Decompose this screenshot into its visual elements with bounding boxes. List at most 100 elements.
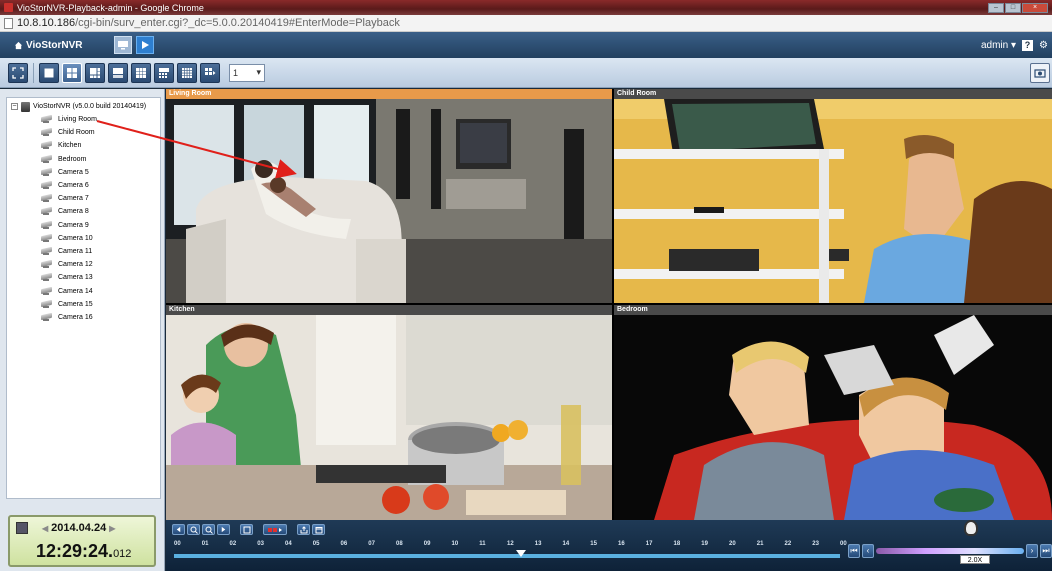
living-room-video-frame[interactable] (166, 99, 612, 303)
fullscreen-button[interactable] (8, 62, 28, 83)
tree-root-server[interactable]: – VioStorNVR (v5.0.0 build 20140419) (7, 100, 160, 113)
search-event-icon (243, 526, 250, 533)
layout-16-button[interactable] (177, 62, 197, 83)
camera-tree-item[interactable]: Camera 9 (7, 219, 160, 232)
speed-down-button[interactable]: ‹ (862, 544, 874, 558)
timeline-hour-label: 21 (756, 541, 764, 547)
layout-10-button[interactable] (154, 62, 174, 83)
camera-tree-item[interactable]: Camera 7 (7, 192, 160, 205)
camera-tree-item[interactable]: Camera 12 (7, 258, 160, 271)
step-forward-button[interactable]: ⏭ (1040, 544, 1052, 558)
camera-tree-item[interactable]: Bedroom (7, 153, 160, 166)
timeline-hour-labels: 00 01 02 03 04 05 06 07 08 09 10 11 12 13 14 15 16 17 18 19… (174, 541, 847, 551)
timeline-cursor[interactable] (515, 550, 526, 557)
url-text[interactable]: 10.8.10.186/cgi-bin/surv_enter.cgi?_dc=5… (17, 17, 400, 29)
sequential-mode-button[interactable] (200, 62, 220, 83)
camera-label: Camera 6 (58, 182, 89, 190)
zoom-in-button[interactable] (187, 524, 200, 535)
close-button[interactable]: × (1022, 2, 1048, 13)
date-value: 2014.04.24 (51, 522, 107, 534)
speed-up-button[interactable]: › (1026, 544, 1038, 558)
layout-9-button[interactable] (131, 62, 151, 83)
camera-tree-item[interactable]: Living Room (7, 113, 160, 126)
camera-label: Camera 9 (58, 221, 89, 229)
kitchen-video-frame[interactable] (166, 315, 612, 520)
camera-icon (39, 300, 55, 309)
search-event-button[interactable] (240, 524, 253, 535)
step-back-button[interactable]: ⏮ (848, 544, 860, 558)
camera-tree-item[interactable]: Camera 10 (7, 232, 160, 245)
address-bar[interactable]: 10.8.10.186/cgi-bin/surv_enter.cgi?_dc=5… (0, 15, 1052, 32)
camera-tree-item[interactable]: Child Room (7, 126, 160, 139)
zoom-out-button[interactable] (202, 524, 215, 535)
monitor-mode-button[interactable] (114, 36, 132, 54)
video-pane-bedroom[interactable]: Bedroom (614, 305, 1052, 520)
camera-tree-item[interactable]: Camera 11 (7, 245, 160, 258)
zoom-in-icon (190, 526, 198, 534)
timeline-hour-label: 17 (645, 541, 653, 547)
snapshot-button[interactable] (1030, 62, 1050, 83)
video-pane-child-room[interactable]: Child Room (614, 89, 1052, 303)
prev-day-icon[interactable]: ◀ (42, 524, 48, 533)
pause-knob[interactable] (964, 520, 978, 536)
camera-tree-item[interactable]: Camera 13 (7, 271, 160, 284)
playback-mode-button[interactable] (136, 36, 154, 54)
nvr-playback-window: VioStorNVR-Playback-admin - Google Chrom… (0, 0, 1052, 571)
settings-icon[interactable]: ⚙ (1039, 40, 1048, 51)
timeline-hour-label: 18 (673, 541, 681, 547)
bedroom-video-frame[interactable] (614, 315, 1052, 520)
camera-tree-item[interactable]: Camera 14 (7, 284, 160, 297)
camera-tree-item[interactable]: Kitchen (7, 139, 160, 152)
nine-view-icon (136, 67, 146, 78)
layout-6-button[interactable] (85, 62, 105, 83)
maximize-button[interactable]: □ (1005, 2, 1021, 13)
layout-4-button[interactable] (62, 62, 82, 83)
forward-button[interactable] (217, 524, 230, 535)
rewind-icon (176, 526, 181, 533)
date-display: ◀ 2014.04.24 ▶ (42, 522, 115, 534)
camera-label: Camera 10 (58, 234, 93, 242)
minimize-button[interactable]: – (988, 2, 1004, 13)
camera-tree-item[interactable]: Camera 5 (7, 166, 160, 179)
chevron-down-icon: ▾ (256, 67, 261, 77)
camera-tree-item[interactable]: Camera 16 (7, 311, 160, 324)
help-button[interactable]: ? (1022, 39, 1034, 51)
timeline-track[interactable] (174, 554, 840, 558)
zoom-out-icon (205, 526, 213, 534)
rewind-button[interactable] (172, 524, 185, 535)
camera-tree-item[interactable]: Camera 15 (7, 298, 160, 311)
camera-label: Camera 13 (58, 274, 93, 282)
record-type-button[interactable] (263, 524, 287, 535)
video-pane-kitchen[interactable]: Kitchen (166, 305, 612, 520)
speed-slider[interactable] (876, 548, 1024, 554)
next-day-icon[interactable]: ▶ (109, 524, 115, 533)
browser-titlebar: VioStorNVR-Playback-admin - Google Chrom… (0, 0, 1052, 15)
export-icon (300, 525, 307, 533)
six-view-icon (90, 67, 100, 78)
layout-1-button[interactable] (39, 62, 59, 83)
camera-icon (39, 168, 55, 177)
user-menu[interactable]: admin ▾ (981, 40, 1016, 51)
pane-title: Kitchen (166, 305, 612, 315)
export-button[interactable] (297, 524, 310, 535)
video-pane-living-room[interactable]: Living Room (166, 89, 612, 303)
quad-view-icon (67, 67, 77, 78)
camera-label: Camera 7 (58, 195, 89, 203)
timeline-hour-label: 04 (285, 541, 292, 547)
page-select[interactable]: 1 ▾ (229, 63, 265, 82)
camera-tree-item[interactable]: Camera 6 (7, 179, 160, 192)
timeline-hour-label: 10 (451, 541, 459, 547)
child-room-video-frame[interactable] (614, 99, 1052, 303)
timeline-hour-label: 12 (507, 541, 514, 547)
camera-icon (39, 234, 55, 243)
camera-icon (39, 221, 55, 230)
camera-label: Child Room (58, 129, 95, 137)
calendar-button[interactable] (312, 524, 325, 535)
camera-icon (39, 287, 55, 296)
camera-tree-item[interactable]: Camera 8 (7, 205, 160, 218)
camera-label: Kitchen (58, 142, 82, 150)
calendar-icon[interactable] (16, 522, 28, 534)
layout-8-button[interactable] (108, 62, 128, 83)
collapse-icon[interactable]: – (11, 103, 18, 110)
window-title: VioStorNVR-Playback-admin - Google Chrom… (17, 2, 204, 13)
